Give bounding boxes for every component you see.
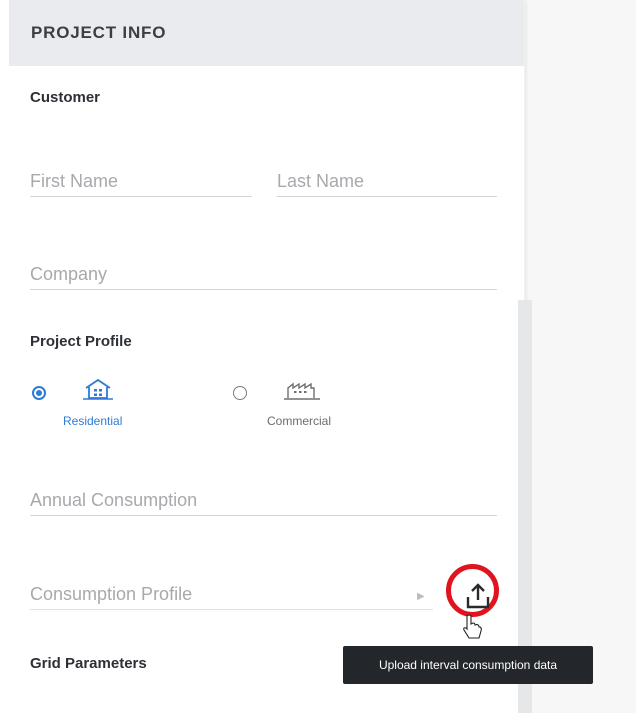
upload-button[interactable] <box>462 580 494 612</box>
commercial-label: Commercial <box>267 414 332 428</box>
project-info-panel: PROJECT INFO Customer First Name Last Na… <box>9 0 532 713</box>
hand-cursor-icon <box>462 614 482 645</box>
annual-consumption-field[interactable]: Annual Consumption <box>30 485 497 516</box>
consumption-profile-placeholder: Consumption Profile <box>30 584 193 604</box>
panel-header: PROJECT INFO <box>9 0 524 66</box>
last-name-field[interactable]: Last Name <box>277 166 497 197</box>
page-title: PROJECT INFO <box>31 23 167 42</box>
company-field[interactable]: Company <box>30 259 497 290</box>
house-icon <box>83 378 113 405</box>
first-name-placeholder: First Name <box>30 171 119 191</box>
customer-section-label: Customer <box>30 89 101 106</box>
residential-radio[interactable] <box>32 386 46 400</box>
right-panel-background <box>525 0 636 713</box>
first-name-field[interactable]: First Name <box>30 166 252 197</box>
chevron-right-icon: ▶ <box>417 591 425 602</box>
residential-label: Residential <box>63 414 123 428</box>
annual-consumption-placeholder: Annual Consumption <box>30 490 198 510</box>
commercial-radio[interactable] <box>233 386 247 400</box>
project-profile-section-label: Project Profile <box>30 333 132 350</box>
grid-parameters-section-label: Grid Parameters <box>30 655 147 672</box>
last-name-placeholder: Last Name <box>277 171 365 191</box>
factory-icon <box>284 382 320 405</box>
upload-tooltip: Upload interval consumption data <box>343 646 593 684</box>
company-placeholder: Company <box>30 264 108 284</box>
consumption-profile-field[interactable]: Consumption Profile ▶ <box>30 579 433 610</box>
